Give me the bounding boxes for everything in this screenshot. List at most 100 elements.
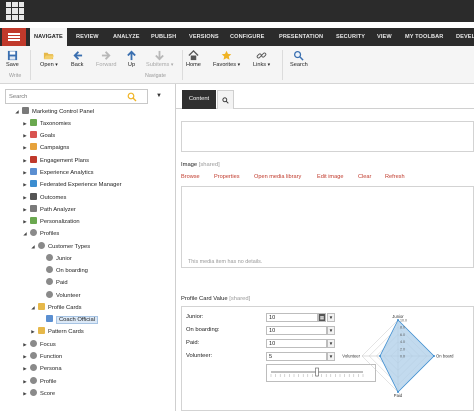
collapse-caret-icon[interactable]: ◢ [22, 228, 28, 240]
forward-button[interactable]: Forward [96, 50, 117, 68]
search-options-caret-icon[interactable]: ▼ [156, 93, 162, 99]
tree-item[interactable]: On boarding [38, 265, 88, 277]
search-button[interactable]: Search [290, 50, 308, 68]
refresh-image-link[interactable]: Refresh [385, 174, 405, 180]
slider-thumb[interactable] [315, 367, 319, 377]
tree-item[interactable]: Volunteer [38, 290, 81, 302]
clear-image-link[interactable]: Clear [358, 174, 371, 180]
tree-item[interactable]: ▶ Taxonomies [22, 118, 71, 130]
tab-navigate[interactable]: NAVIGATE [30, 28, 67, 46]
profile-key-input[interactable]: 5 [266, 352, 327, 361]
expand-caret-icon[interactable]: ▶ [22, 388, 28, 400]
subitems-button[interactable]: Subitems ▾ [146, 50, 173, 68]
tab-publish[interactable]: PUBLISH [147, 28, 180, 46]
links-button[interactable]: Links ▾ [253, 50, 270, 68]
tree-item-label: Persona [40, 366, 62, 372]
tree-item[interactable]: ▶ Function [22, 351, 62, 363]
tree-item[interactable]: Coach Official [38, 314, 98, 326]
tab-versions[interactable]: VERSIONS [185, 28, 223, 46]
favorites-button[interactable]: Favorites ▾ [213, 50, 240, 68]
expand-caret-icon[interactable]: ▶ [22, 351, 28, 363]
tree-item[interactable]: ◢ Marketing Control Panel [14, 106, 94, 118]
expand-caret-icon[interactable]: ▶ [22, 130, 28, 142]
dropdown-caret-icon[interactable]: ▼ [327, 352, 335, 361]
tab-analyze[interactable]: ANALYZE [109, 28, 144, 46]
expand-caret-icon[interactable]: ▶ [22, 339, 28, 351]
expand-caret-icon[interactable]: ▶ [22, 167, 28, 179]
profile-key-input[interactable]: 10 [266, 313, 318, 322]
expand-caret-icon[interactable]: ▶ [22, 179, 28, 191]
up-button[interactable]: Up [126, 50, 137, 68]
tree-item[interactable]: ▶ Campaigns [22, 142, 69, 154]
tree-item[interactable]: ▶ Focus [22, 339, 56, 351]
tree-item[interactable]: ▶ Personalization [22, 216, 80, 228]
collapse-caret-icon[interactable]: ◢ [30, 241, 36, 253]
tree-item[interactable]: ▶ Score [22, 388, 55, 400]
tree-item[interactable]: ▶ Outcomes [22, 192, 66, 204]
tab-presentation[interactable]: PRESENTATION [275, 28, 327, 46]
edit-image-link[interactable]: Edit image [317, 174, 343, 180]
profile-card-value-box: Junior: 10 ▦ ▼ On boarding: 10 ▼ Paid: 1… [181, 306, 474, 411]
tree-search-input[interactable] [6, 90, 126, 103]
tab-configure[interactable]: CONFIGURE [226, 28, 268, 46]
text-field-box[interactable] [181, 121, 474, 152]
dropdown-caret-icon[interactable]: ▼ [327, 313, 335, 322]
tab-search[interactable] [217, 90, 234, 109]
back-button[interactable]: Back [71, 50, 83, 68]
search-icon[interactable] [127, 92, 137, 102]
tree-item-label: Personalization [40, 219, 80, 225]
expand-caret-icon[interactable]: ▶ [22, 142, 28, 154]
shared-marker: [shared] [198, 162, 220, 168]
tree-item[interactable]: ▶ Path Analyzer [22, 204, 76, 216]
tree-item[interactable]: ◢ Customer Types [30, 241, 90, 253]
image-properties-link[interactable]: Properties [214, 174, 240, 180]
collapse-caret-icon[interactable]: ◢ [30, 302, 36, 314]
sitecore-logo-icon[interactable] [6, 2, 24, 20]
expand-caret-icon[interactable]: ▶ [22, 155, 28, 167]
expand-caret-icon[interactable]: ▶ [22, 376, 28, 388]
image-browse-link[interactable]: Browse [181, 174, 200, 180]
tree-item[interactable]: ▶ Pattern Cards [30, 326, 84, 338]
gear-icon [46, 266, 53, 273]
tree-item[interactable]: ◢ Profiles [22, 228, 59, 240]
dropdown-caret-icon[interactable]: ▼ [327, 339, 335, 348]
tree-item[interactable]: Junior [38, 253, 72, 265]
profile-key-input[interactable]: 10 [266, 326, 327, 335]
folder-icon [38, 303, 45, 310]
tab-review[interactable]: REVIEW [72, 28, 103, 46]
save-button[interactable]: Save [6, 50, 19, 68]
open-button[interactable]: Open ▾ [40, 50, 58, 68]
tab-content[interactable]: Content [182, 90, 216, 109]
save-icon [7, 50, 17, 61]
radar-point [379, 355, 381, 357]
dropdown-caret-icon[interactable]: ▼ [327, 326, 335, 335]
tree-item[interactable]: ▶ Profile [22, 376, 56, 388]
slider-toggle-icon[interactable]: ▦ [318, 313, 326, 322]
tree-item[interactable]: ◢ Profile Cards [30, 302, 82, 314]
expand-caret-icon[interactable]: ▶ [22, 363, 28, 375]
expand-caret-icon[interactable]: ▶ [30, 326, 36, 338]
home-button[interactable]: Home [186, 50, 201, 68]
links-dropdown-caret-icon: ▾ [267, 62, 271, 68]
tree-item[interactable]: Paid [38, 277, 68, 289]
collapse-caret-icon[interactable]: ◢ [14, 106, 20, 118]
tree-item-label: Score [40, 391, 56, 397]
expand-caret-icon[interactable]: ▶ [22, 118, 28, 130]
tree-item-label: Profiles [40, 231, 60, 237]
profile-key-input[interactable]: 10 [266, 339, 327, 348]
tree-item[interactable]: ▶ Federated Experience Manager [22, 179, 122, 191]
tab-security[interactable]: SECURITY [332, 28, 369, 46]
tree-item[interactable]: ▶ Engagement Plans [22, 155, 89, 167]
tab-view[interactable]: VIEW [373, 28, 396, 46]
tree-item[interactable]: ▶ Persona [22, 363, 62, 375]
tree-item[interactable]: ▶ Goals [22, 130, 55, 142]
menu-icon[interactable] [2, 28, 26, 46]
expand-caret-icon[interactable]: ▶ [22, 216, 28, 228]
tree-item[interactable]: ▶ Experience Analytics [22, 167, 94, 179]
tab-developer[interactable]: DEVELO [452, 28, 474, 46]
expand-caret-icon[interactable]: ▶ [22, 192, 28, 204]
expand-caret-icon[interactable]: ▶ [22, 204, 28, 216]
tab-my-toolbar[interactable]: MY TOOLBAR [401, 28, 447, 46]
open-media-library-link[interactable]: Open media library [254, 174, 301, 180]
image-preview-box[interactable]: This media item has no details. [181, 186, 474, 268]
